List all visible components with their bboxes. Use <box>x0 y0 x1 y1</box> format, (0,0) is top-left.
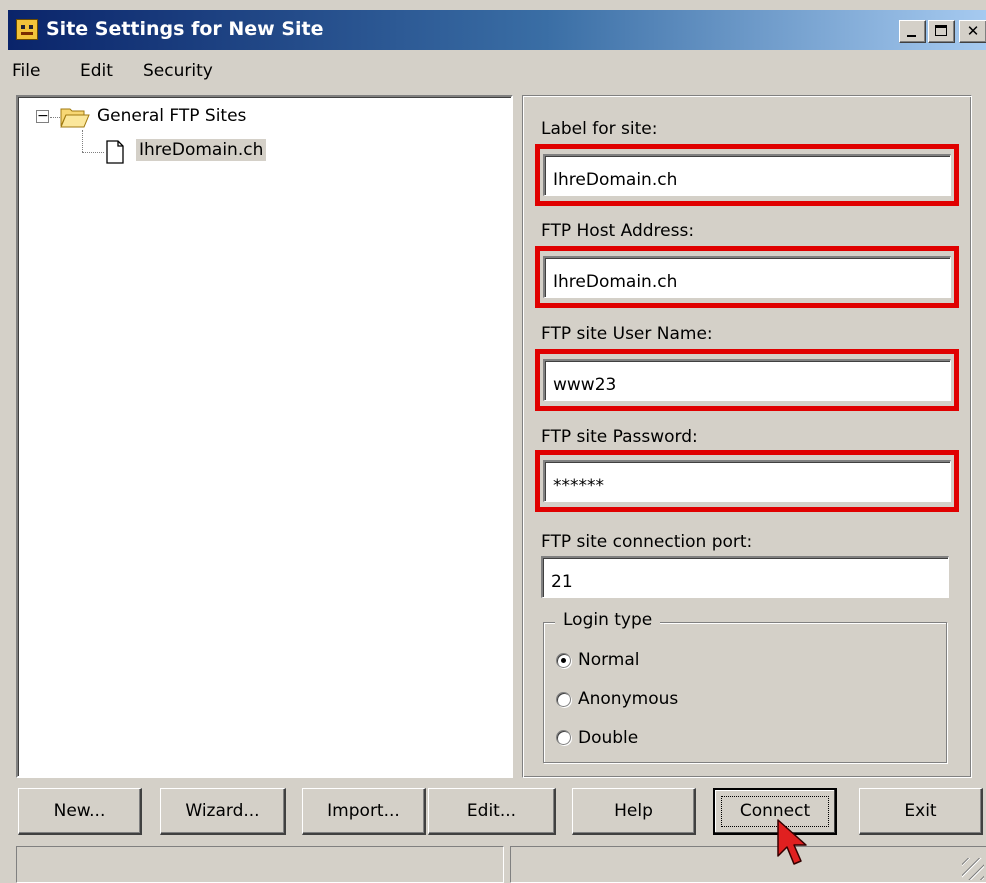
site-tree-panel[interactable] <box>16 95 513 778</box>
radio-anonymous[interactable] <box>556 692 571 707</box>
edit-button[interactable]: Edit... <box>428 788 556 835</box>
host-address-input[interactable] <box>543 256 951 298</box>
wizard-button[interactable]: Wizard... <box>160 788 286 835</box>
menu-file[interactable]: File <box>12 61 40 81</box>
minimize-button[interactable] <box>899 20 926 43</box>
menu-edit[interactable]: Edit <box>80 61 113 81</box>
radio-anonymous-label[interactable]: Anonymous <box>578 689 678 709</box>
menu-security[interactable]: Security <box>143 61 213 81</box>
document-icon <box>106 140 124 164</box>
tree-connector <box>50 117 60 118</box>
maximize-button[interactable] <box>928 20 955 43</box>
label-for-site-input[interactable] <box>543 154 951 196</box>
password-input[interactable] <box>543 460 951 502</box>
label-for-site-label: Label for site: <box>541 119 658 139</box>
user-name-input[interactable] <box>543 359 951 401</box>
radio-double-label[interactable]: Double <box>578 728 638 748</box>
folder-open-icon <box>60 108 90 128</box>
collapse-icon[interactable]: − <box>36 109 49 123</box>
port-label: FTP site connection port: <box>541 532 753 552</box>
exit-button[interactable]: Exit <box>859 788 983 835</box>
site-settings-window: Site Settings for New Site ✕ File Edit S… <box>0 0 986 883</box>
help-button[interactable]: Help <box>572 788 696 835</box>
tree-connector-vertical <box>82 130 83 152</box>
resize-grip-icon[interactable] <box>962 858 984 880</box>
tree-connector-child <box>82 152 104 153</box>
minimize-icon <box>907 35 916 37</box>
tree-item-site[interactable]: IhreDomain.ch <box>136 139 267 161</box>
arrow-cursor-icon <box>777 819 807 865</box>
login-type-legend: Login type <box>555 610 661 630</box>
status-bar-right <box>510 846 986 883</box>
new-button[interactable]: New... <box>18 788 142 835</box>
host-address-label: FTP Host Address: <box>541 221 695 241</box>
app-icon <box>16 19 38 40</box>
status-bar-left <box>16 846 504 883</box>
import-button[interactable]: Import... <box>302 788 426 835</box>
window-title: Site Settings for New Site <box>46 18 324 40</box>
radio-normal[interactable] <box>556 653 571 668</box>
close-icon: ✕ <box>966 22 980 40</box>
radio-normal-label[interactable]: Normal <box>578 650 640 670</box>
tree-root-label[interactable]: General FTP Sites <box>97 106 246 126</box>
password-label: FTP site Password: <box>541 427 698 447</box>
radio-double[interactable] <box>556 730 571 745</box>
close-button[interactable]: ✕ <box>959 20 986 43</box>
maximize-icon <box>935 25 947 36</box>
user-name-label: FTP site User Name: <box>541 324 713 344</box>
menu-bar: File Edit Security <box>0 52 986 90</box>
port-input[interactable] <box>541 556 949 598</box>
